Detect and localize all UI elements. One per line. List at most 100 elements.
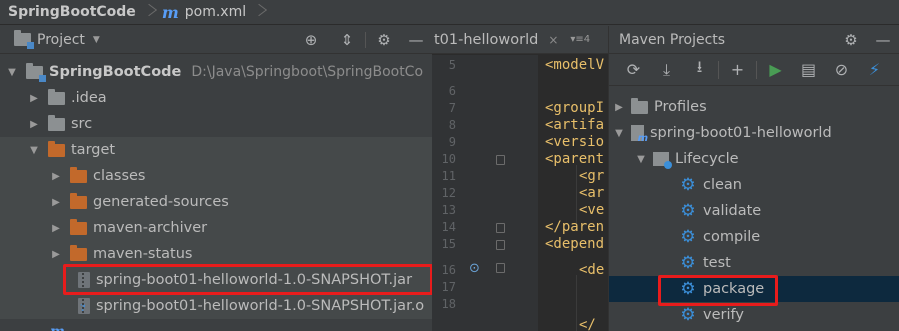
line-number: 9 bbox=[448, 135, 456, 149]
expanded-arrow-icon[interactable]: ▼ bbox=[6, 67, 18, 78]
line-number: 15 bbox=[441, 237, 456, 251]
maven-item-label: Lifecycle bbox=[675, 151, 739, 167]
tree-item-label: src bbox=[71, 116, 93, 132]
run-icon[interactable]: ▶ bbox=[759, 58, 792, 82]
breadcrumb-file-label: pom.xml bbox=[184, 4, 247, 20]
code-line: <ar bbox=[579, 185, 605, 201]
settings-gear-icon[interactable]: ⚙ bbox=[835, 31, 867, 49]
skip-tests-icon[interactable]: ⚡ bbox=[858, 58, 891, 82]
maven-item-profiles[interactable]: ▶ Profiles bbox=[609, 94, 899, 120]
reimport-icon[interactable]: ⟳ bbox=[617, 58, 650, 82]
code-line: <ve bbox=[579, 202, 605, 218]
editor-tab-pom[interactable]: t01-helloworld bbox=[432, 32, 538, 48]
editor-gutter: 5 6 7 8 9 10 11 12 13 14 15 16 17 18 ⊙ bbox=[432, 55, 538, 331]
maven-goal-test[interactable]: ⚙ test bbox=[609, 250, 899, 276]
tree-item-label: SpringBootCode bbox=[49, 64, 182, 80]
goal-gear-icon: ⚙ bbox=[680, 227, 696, 247]
expanded-arrow-icon[interactable]: ▼ bbox=[613, 128, 625, 139]
maven-panel-title: Maven Projects bbox=[619, 31, 726, 48]
maven-file-icon: m bbox=[161, 2, 179, 22]
folder-icon bbox=[48, 88, 65, 105]
line-number: 10 bbox=[441, 152, 456, 166]
settings-gear-icon[interactable]: ⚙ bbox=[368, 31, 400, 49]
view-dropdown-icon[interactable]: ▼ bbox=[93, 35, 100, 45]
line-number: 16 bbox=[441, 263, 456, 277]
collapsed-arrow-icon[interactable]: ▶ bbox=[50, 171, 62, 182]
tree-item-label: maven-archiver bbox=[93, 220, 208, 236]
tree-item-idea[interactable]: ▶ .idea bbox=[0, 85, 432, 111]
fold-marker-icon[interactable] bbox=[496, 240, 505, 250]
generate-sources-icon[interactable]: ⤓ bbox=[650, 58, 683, 82]
toolbar-divider bbox=[718, 60, 719, 79]
goal-gear-icon: ⚙ bbox=[680, 253, 696, 273]
toggle-offline-icon[interactable]: ⊘ bbox=[825, 58, 858, 82]
editor-tab-bar: t01-helloworld × ▾≡4 bbox=[432, 26, 608, 54]
fold-marker-icon[interactable] bbox=[496, 155, 505, 165]
code-area[interactable]: <modelV <groupI <artifa <versio <parent … bbox=[538, 55, 608, 331]
maven-item-lifecycle[interactable]: ▼ Lifecycle bbox=[609, 146, 899, 172]
excluded-folder-icon bbox=[70, 192, 87, 209]
code-line: <de bbox=[579, 262, 605, 278]
tree-item-classes[interactable]: ▶ classes bbox=[0, 163, 432, 189]
excluded-folder-icon bbox=[70, 166, 87, 183]
collapsed-arrow-icon[interactable]: ▶ bbox=[50, 249, 62, 260]
expanded-arrow-icon[interactable]: ▼ bbox=[635, 154, 647, 165]
download-sources-icon[interactable]: ⭳ bbox=[683, 57, 716, 82]
collapsed-arrow-icon[interactable]: ▶ bbox=[28, 119, 40, 130]
tree-item-jar-original[interactable]: spring-boot01-helloworld-1.0-SNAPSHOT.ja… bbox=[0, 293, 432, 319]
maven-goal-validate[interactable]: ⚙ validate bbox=[609, 198, 899, 224]
tab-list-icon[interactable]: ▾≡4 bbox=[570, 34, 590, 45]
breadcrumb-project[interactable]: SpringBootCode bbox=[8, 0, 136, 25]
fold-marker-icon[interactable] bbox=[496, 223, 505, 233]
dependency-gutter-icon[interactable]: ⊙ bbox=[469, 261, 480, 276]
module-folder-icon bbox=[26, 62, 46, 82]
toolbar-divider bbox=[756, 60, 757, 79]
collapsed-arrow-icon[interactable]: ▶ bbox=[50, 197, 62, 208]
tree-item-label: generated-sources bbox=[93, 194, 229, 210]
indent-guide bbox=[576, 275, 577, 331]
maven-goal-clean[interactable]: ⚙ clean bbox=[609, 172, 899, 198]
tree-item-src[interactable]: ▶ src bbox=[0, 111, 432, 137]
tree-item-maven-archiver[interactable]: ▶ maven-archiver bbox=[0, 215, 432, 241]
indent-guide bbox=[576, 165, 577, 225]
maven-goal-label: compile bbox=[703, 229, 761, 245]
close-tab-icon[interactable]: × bbox=[548, 33, 558, 47]
locate-file-icon[interactable]: ⊕ bbox=[295, 31, 327, 49]
jar-highlight-box bbox=[63, 264, 432, 295]
line-number: 5 bbox=[448, 58, 456, 72]
maven-goal-compile[interactable]: ⚙ compile bbox=[609, 224, 899, 250]
code-line: <parent bbox=[545, 151, 605, 167]
collapsed-arrow-icon[interactable]: ▶ bbox=[28, 93, 40, 104]
breadcrumb-file[interactable]: m pom.xml bbox=[162, 0, 246, 25]
code-line: </ bbox=[579, 317, 596, 331]
tree-item-root[interactable]: ▼ SpringBootCode D:\Java\Springboot\Spri… bbox=[0, 59, 432, 85]
add-project-icon[interactable]: + bbox=[721, 58, 754, 82]
goal-gear-icon: ⚙ bbox=[680, 305, 696, 325]
line-number: 17 bbox=[441, 280, 456, 294]
execute-goal-icon[interactable]: ▤ bbox=[792, 58, 825, 82]
breadcrumb-separator bbox=[252, 0, 266, 25]
fold-marker-icon[interactable] bbox=[496, 263, 505, 273]
code-line: <gr bbox=[579, 168, 605, 184]
project-panel-tools: ⊕ ⇕ ⚙ — bbox=[295, 26, 432, 54]
maven-item-project[interactable]: ▼ spring-boot01-helloworld bbox=[609, 120, 899, 146]
maven-module-icon bbox=[631, 125, 648, 144]
project-view-icon bbox=[14, 30, 34, 49]
hide-panel-icon[interactable]: — bbox=[867, 31, 899, 49]
collapse-all-icon[interactable]: ⇕ bbox=[331, 31, 363, 49]
tree-item-label: classes bbox=[93, 168, 146, 184]
maven-panel-tools: ⚙ — bbox=[835, 26, 899, 54]
code-line: </paren bbox=[545, 219, 605, 235]
tree-item-generated-sources[interactable]: ▶ generated-sources bbox=[0, 189, 432, 215]
maven-file-icon: m bbox=[50, 324, 65, 331]
collapsed-arrow-icon[interactable]: ▶ bbox=[613, 102, 625, 113]
collapsed-arrow-icon[interactable]: ▶ bbox=[50, 223, 62, 234]
expanded-arrow-icon[interactable]: ▼ bbox=[28, 145, 40, 156]
tree-item-target[interactable]: ▼ target bbox=[0, 137, 432, 163]
tree-item-label: .idea bbox=[71, 90, 107, 106]
excluded-folder-icon bbox=[70, 218, 87, 235]
project-panel-title[interactable]: Project bbox=[37, 32, 85, 48]
maven-goal-label: test bbox=[703, 255, 731, 271]
maven-toolbar: ⟳ ⤓ ⭳ + ▶ ▤ ⊘ ⚡ bbox=[609, 54, 899, 86]
hide-panel-icon[interactable]: — bbox=[400, 31, 432, 49]
